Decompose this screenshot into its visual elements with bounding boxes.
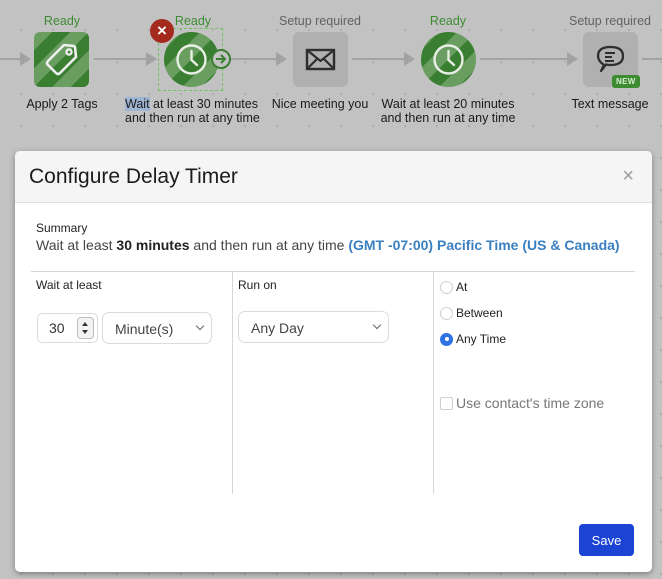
wait-20-circle[interactable] — [421, 32, 476, 87]
configure-delay-timer-modal: Configure Delay Timer × Summary Wait at … — [15, 151, 652, 572]
node-label-line: Wait at least 20 minutes — [381, 97, 515, 111]
close-icon[interactable]: × — [622, 164, 634, 188]
node-label-line: and then run at any time — [125, 111, 260, 125]
radio-any-time[interactable]: Any Time — [440, 332, 506, 346]
wait-amount-stepper[interactable] — [77, 317, 94, 339]
node-label-text: at least 30 minutes — [149, 97, 258, 111]
radio-label: Between — [456, 306, 503, 320]
summary-text: Wait at least 30 minutes and then run at… — [36, 237, 620, 253]
radio-button[interactable] — [440, 280, 453, 294]
summary-section: Summary Wait at least 30 minutes and the… — [36, 221, 620, 253]
modal-title: Configure Delay Timer — [29, 165, 238, 188]
wait-unit-value: Minute(s) — [115, 321, 174, 337]
wait-amount-value: 30 — [49, 320, 65, 336]
radio-between[interactable]: Between — [440, 306, 503, 320]
summary-duration: 30 minutes — [116, 237, 190, 253]
clock-icon — [433, 44, 464, 75]
chevron-down-icon — [372, 320, 382, 330]
node-status: Ready — [43, 14, 81, 28]
summary-middle: and then run at any time — [189, 237, 349, 253]
delete-node-button[interactable]: × — [150, 19, 174, 43]
time-column: At Between Any Time Use contact's time z… — [434, 272, 635, 494]
decrement-arrow-icon[interactable] — [82, 330, 88, 334]
node-label: Text message — [560, 97, 660, 111]
node-label-line: Apply 2 Tags — [26, 97, 98, 111]
run-on-column: Run on Any Day — [233, 272, 434, 494]
wait-amount-input[interactable]: 30 — [37, 313, 98, 343]
node-label: Wait at least 20 minutes and then run at… — [378, 97, 518, 125]
summary-label: Summary — [36, 221, 88, 235]
node-status: Ready — [174, 14, 212, 28]
flow-node-wait-20[interactable]: Ready Wait at least 20 minutes and then … — [378, 0, 518, 130]
flow-node-text-message[interactable]: Setup required NEW Text message — [560, 0, 660, 130]
selected-text-highlight: Wait — [125, 97, 150, 111]
email-tile[interactable] — [293, 32, 348, 87]
flow-node-apply-tags[interactable]: Ready Apply 2 Tags — [12, 0, 112, 130]
node-label-line: Nice meeting you — [271, 97, 369, 111]
node-label-line: Wait at least 30 minutes — [125, 97, 265, 111]
node-label-line: Text message — [571, 97, 649, 111]
settings-grid: Wait at least 30 Minute(s) Run on Any Da… — [31, 271, 635, 494]
node-status: Setup required — [278, 14, 361, 28]
wait-column: Wait at least 30 Minute(s) — [31, 272, 233, 494]
flow-node-email[interactable]: Setup required Nice meeting you — [270, 0, 370, 130]
flow-node-wait-30[interactable]: Ready × Wait at least 30 minutes and the… — [123, 0, 263, 130]
run-on-label: Run on — [238, 278, 277, 292]
apply-tags-tile[interactable] — [34, 32, 89, 87]
wait-label: Wait at least — [36, 278, 102, 292]
node-status: Ready — [429, 14, 467, 28]
automation-flow-canvas: Ready Apply 2 Tags Ready × Wait at least… — [0, 0, 662, 140]
radio-button-checked[interactable] — [440, 332, 453, 346]
wait-unit-select[interactable]: Minute(s) — [102, 312, 212, 344]
node-label: Wait at least 30 minutes and then run at… — [125, 97, 265, 125]
node-label: Apply 2 Tags — [12, 97, 112, 111]
node-label-line: and then run at any time — [380, 111, 516, 125]
checkbox-label: Use contact's time zone — [456, 395, 605, 411]
node-label: Nice meeting you — [270, 97, 370, 111]
radio-label: Any Time — [456, 332, 507, 346]
arrow-right-icon — [216, 54, 227, 64]
use-contact-timezone-checkbox[interactable]: Use contact's time zone — [440, 395, 604, 411]
chevron-down-icon — [195, 321, 205, 331]
save-button[interactable]: Save — [579, 524, 634, 556]
increment-arrow-icon[interactable] — [82, 322, 88, 326]
checkbox[interactable] — [440, 396, 453, 410]
node-status: Setup required — [568, 14, 651, 28]
timezone-link[interactable]: (GMT -07:00) Pacific Time (US & Canada) — [348, 237, 619, 253]
radio-at[interactable]: At — [440, 280, 467, 294]
radio-label: At — [456, 280, 468, 294]
modal-header: Configure Delay Timer × — [15, 151, 652, 203]
run-on-day-select[interactable]: Any Day — [238, 311, 389, 343]
tag-icon — [45, 43, 78, 76]
output-port-handle[interactable] — [211, 49, 231, 69]
run-on-day-value: Any Day — [251, 320, 304, 336]
summary-prefix: Wait at least — [36, 237, 117, 253]
radio-button[interactable] — [440, 306, 453, 320]
envelope-icon — [305, 48, 336, 71]
new-badge: NEW — [612, 75, 640, 88]
